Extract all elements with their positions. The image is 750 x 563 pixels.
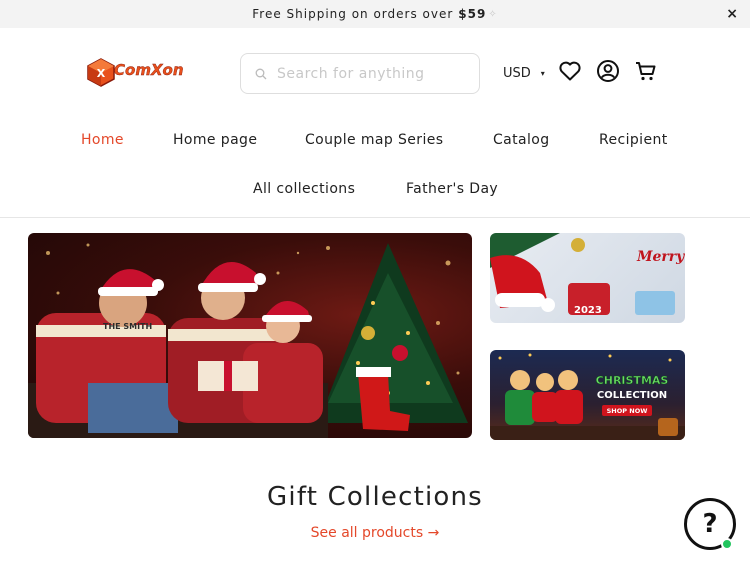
svg-text:X: X bbox=[97, 67, 106, 80]
question-icon: ? bbox=[702, 509, 718, 539]
close-announcement-button[interactable]: × bbox=[726, 6, 738, 22]
announcement-amount: $59 bbox=[458, 7, 487, 21]
nav-item-all-collections[interactable]: All collections bbox=[253, 181, 355, 197]
merry-christmas-banner-image: Merry Christmas 2023 bbox=[490, 233, 685, 316]
nav-item-recipient[interactable]: Recipient bbox=[599, 132, 668, 148]
side1-title: Merry Christmas bbox=[636, 249, 685, 265]
currency-value: USD bbox=[503, 66, 531, 81]
search-box[interactable] bbox=[240, 53, 480, 94]
side1-year: 2023 bbox=[574, 305, 602, 316]
side2-title-line2: COLLECTION bbox=[597, 390, 667, 401]
currency-selector[interactable]: USD ▾ bbox=[503, 66, 545, 81]
cart-icon[interactable] bbox=[634, 59, 658, 83]
nav-item-catalog[interactable]: Catalog bbox=[493, 132, 550, 148]
logo-text: ComXon bbox=[114, 61, 184, 79]
announcement-text: Free Shipping on orders over bbox=[252, 7, 454, 21]
header-divider bbox=[0, 217, 750, 218]
search-input[interactable] bbox=[277, 65, 467, 82]
christmas-collection-banner-image: CHRISTMAS COLLECTION SHOP NOW bbox=[490, 353, 685, 440]
hero-banner-image: THE SMITH bbox=[28, 243, 468, 438]
see-all-products-link[interactable]: See all products → bbox=[0, 525, 750, 541]
chevron-down-icon: ▾ bbox=[540, 69, 545, 78]
side2-title-line1: CHRISTMAS bbox=[596, 374, 669, 387]
logo-cube-icon: X bbox=[87, 58, 115, 87]
shop-now-button: SHOP NOW bbox=[607, 407, 648, 415]
announcement-bar: Free Shipping on orders over $59 ✧ bbox=[0, 0, 750, 28]
christmas-collection-banner[interactable]: CHRISTMAS COLLECTION SHOP NOW bbox=[490, 350, 685, 440]
online-status-dot bbox=[721, 538, 733, 550]
account-icon[interactable] bbox=[596, 59, 620, 83]
nav-item-home-page[interactable]: Home page bbox=[173, 132, 257, 148]
search-icon bbox=[255, 68, 267, 79]
merry-christmas-banner[interactable]: Merry Christmas 2023 bbox=[490, 233, 685, 323]
nav-item-fathers-day[interactable]: Father's Day bbox=[406, 181, 498, 197]
sparkle-icon: ✧ bbox=[488, 8, 498, 20]
heart-icon[interactable] bbox=[558, 59, 582, 83]
hero-shirt-text: THE SMITH bbox=[103, 322, 152, 331]
gift-collections-title: Gift Collections bbox=[267, 482, 483, 512]
nav-item-home[interactable]: Home bbox=[81, 132, 124, 148]
brand-logo[interactable]: X ComXon bbox=[86, 56, 204, 88]
nav-item-couple-map-series[interactable]: Couple map Series bbox=[305, 132, 443, 148]
hero-banner[interactable]: THE SMITH bbox=[28, 233, 472, 438]
